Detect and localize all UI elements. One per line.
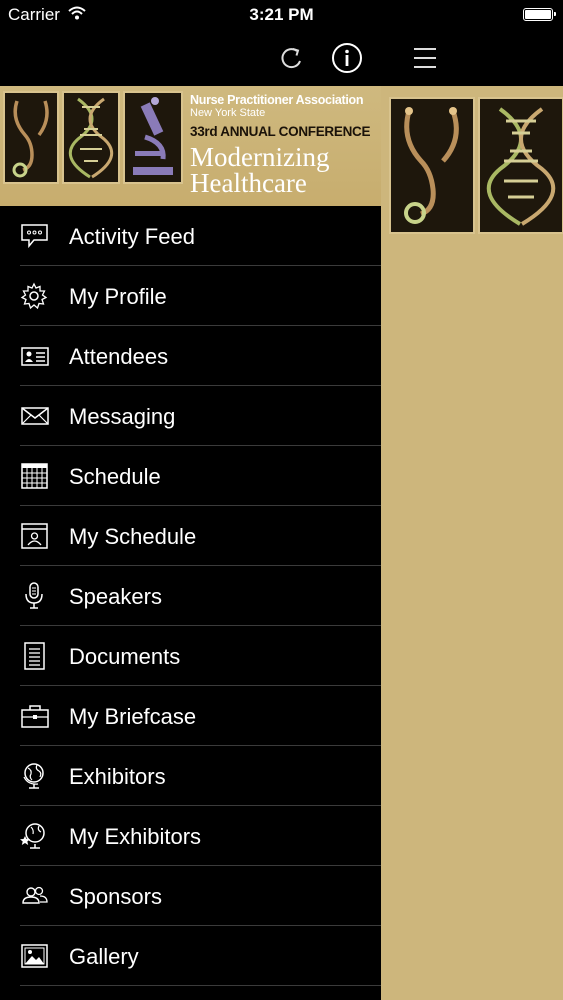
top-toolbar (0, 30, 563, 86)
gear-icon (20, 282, 50, 310)
chat-bubble-icon (20, 222, 50, 250)
stethoscope-artwork-icon (389, 97, 475, 234)
menu-item-activity-feed[interactable]: Activity Feed (0, 206, 381, 266)
menu-item-label: Gallery (69, 944, 139, 969)
refresh-icon[interactable] (274, 40, 310, 76)
envelope-icon (20, 402, 50, 430)
menu-item-my-exhibitors[interactable]: My Exhibitors (0, 806, 381, 866)
navigation-menu: Activity Feed My Profile Attendees Messa… (0, 206, 381, 986)
menu-item-label: My Briefcase (69, 704, 197, 729)
divider (20, 985, 381, 986)
globe-icon (20, 762, 50, 790)
conference-banner: Nurse Practitioner Association New York … (0, 86, 381, 206)
menu-item-label: My Schedule (69, 524, 197, 549)
calendar-grid-icon (20, 462, 50, 490)
battery-icon (523, 8, 556, 21)
menu-item-exhibitors[interactable]: Exhibitors (0, 746, 381, 806)
menu-item-attendees[interactable]: Attendees (0, 326, 381, 386)
side-drawer: Nurse Practitioner Association New York … (0, 86, 381, 1000)
menu-item-messaging[interactable]: Messaging (0, 386, 381, 446)
stethoscope-logo-icon (3, 91, 59, 184)
menu-item-label: My Exhibitors (69, 824, 202, 849)
menu-item-label: Schedule (69, 464, 161, 489)
menu-item-label: Sponsors (69, 884, 162, 909)
menu-item-documents[interactable]: Documents (0, 626, 381, 686)
banner-theme-line2: Healthcare (190, 168, 307, 198)
menu-item-label: My Profile (69, 284, 167, 309)
menu-item-schedule[interactable]: Schedule (0, 446, 381, 506)
menu-item-label: Attendees (69, 344, 169, 369)
id-card-icon (20, 342, 50, 370)
dna-logo-icon (62, 91, 120, 184)
banner-conference: 33rd ANNUAL CONFERENCE (190, 124, 371, 139)
clock: 3:21 PM (249, 5, 314, 24)
menu-item-label: Documents (69, 644, 181, 669)
main-content-panel[interactable] (381, 86, 563, 1000)
menu-item-speakers[interactable]: Speakers (0, 566, 381, 626)
microscope-logo-icon (123, 91, 183, 184)
menu-item-label: Messaging (69, 404, 176, 429)
info-icon[interactable] (329, 40, 365, 76)
briefcase-icon (20, 702, 50, 730)
microphone-icon (20, 582, 50, 610)
personal-calendar-icon (20, 522, 50, 550)
menu-item-my-briefcase[interactable]: My Briefcase (0, 686, 381, 746)
menu-item-my-schedule[interactable]: My Schedule (0, 506, 381, 566)
main-header-artwork (381, 86, 563, 235)
picture-icon (20, 942, 50, 970)
banner-state: New York State (190, 107, 266, 119)
menu-item-sponsors[interactable]: Sponsors (0, 866, 381, 926)
people-icon (20, 882, 50, 910)
dna-artwork-icon (478, 97, 563, 234)
banner-organization: Nurse Practitioner Association (190, 93, 364, 107)
menu-item-label: Exhibitors (69, 764, 166, 789)
document-icon (20, 642, 50, 670)
status-bar: Carrier 3:21 PM (0, 0, 563, 30)
menu-item-label: Speakers (69, 584, 162, 609)
banner-theme-line1: Modernizing (190, 142, 330, 172)
menu-item-label: Activity Feed (69, 224, 195, 249)
banner-theme: Modernizing Healthcare (190, 142, 330, 198)
hamburger-menu-icon[interactable] (408, 40, 444, 76)
starred-globe-icon (20, 822, 50, 850)
menu-item-my-profile[interactable]: My Profile (0, 266, 381, 326)
menu-item-gallery[interactable]: Gallery (0, 926, 381, 986)
